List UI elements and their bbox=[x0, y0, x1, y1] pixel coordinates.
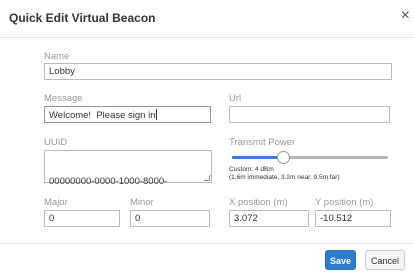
message-label: Message bbox=[44, 93, 83, 104]
dialog-title: Quick Edit Virtual Beacon bbox=[9, 11, 156, 25]
major-input[interactable]: 0 bbox=[44, 210, 120, 227]
minor-label: Minor bbox=[130, 197, 154, 208]
slider-fill bbox=[232, 156, 284, 159]
uuid-line-1: 00000000-0000-1000-8000- bbox=[49, 176, 168, 187]
transmit-power-custom: Custom: 4 dBm bbox=[229, 166, 274, 173]
close-icon[interactable]: × bbox=[401, 8, 410, 24]
transmit-power-slider[interactable] bbox=[232, 151, 388, 164]
cancel-button[interactable]: Cancel bbox=[365, 250, 405, 270]
message-input[interactable]: Welcome! Please sign in bbox=[44, 106, 211, 123]
dialog-header: Quick Edit Virtual Beacon × bbox=[0, 0, 413, 38]
minor-input[interactable]: 0 bbox=[130, 210, 210, 227]
save-button[interactable]: Save bbox=[325, 250, 356, 270]
major-label: Major bbox=[44, 197, 68, 208]
slider-thumb[interactable] bbox=[277, 151, 291, 164]
text-caret bbox=[155, 109, 157, 120]
x-position-label: X position (m) bbox=[229, 197, 288, 208]
x-position-input[interactable]: 3.072 bbox=[229, 210, 309, 227]
url-label: Url bbox=[229, 93, 242, 104]
url-input[interactable] bbox=[229, 106, 390, 123]
y-position-label: Y position (m) bbox=[315, 197, 374, 208]
transmit-power-ranges: (1.6m immediate, 3.2m near, 9.5m far) bbox=[229, 174, 340, 181]
resize-handle-icon[interactable] bbox=[203, 175, 211, 181]
quick-edit-dialog: Quick Edit Virtual Beacon × Name Lobby M… bbox=[0, 0, 413, 278]
transmit-power-label: Transmit Power bbox=[229, 137, 296, 148]
uuid-label: UUID bbox=[44, 137, 68, 148]
y-position-input[interactable]: -10.512 bbox=[315, 210, 391, 227]
name-input[interactable]: Lobby bbox=[44, 63, 392, 80]
message-value: Welcome! Please sign in bbox=[49, 110, 156, 121]
uuid-textarea[interactable]: 00000000-0000-1000-8000- 000000000000 bbox=[44, 150, 212, 220]
name-label: Name bbox=[44, 51, 70, 62]
